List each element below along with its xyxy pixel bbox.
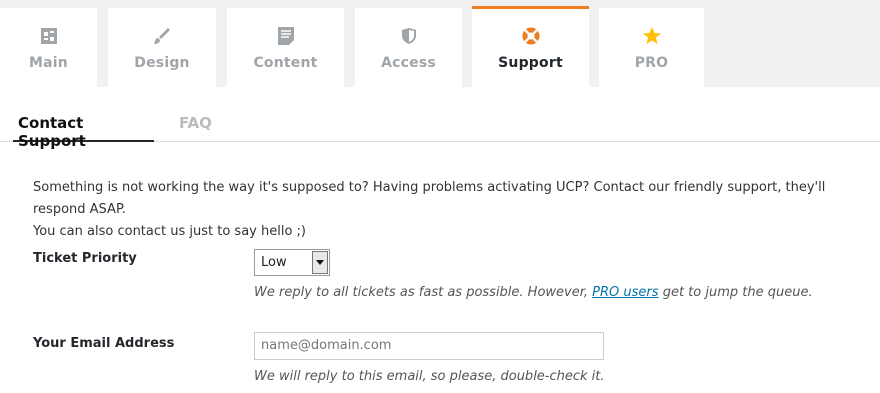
tab-label: Main (29, 55, 68, 71)
pro-users-link[interactable]: PRO users (592, 285, 658, 300)
help-text-before: We reply to all tickets as fast as possi… (254, 285, 589, 300)
ticket-priority-select[interactable]: Low (254, 249, 330, 276)
top-tab-bar: Main Design Content Access Support PRO (0, 0, 880, 87)
tab-main[interactable]: Main (0, 8, 97, 87)
intro-text: Something is not working the way it's su… (33, 177, 878, 243)
document-icon (276, 26, 296, 46)
tab-support[interactable]: Support (472, 6, 589, 87)
tab-content[interactable]: Content (227, 8, 344, 87)
star-icon (642, 26, 662, 46)
tab-label: PRO (634, 55, 669, 71)
tab-label: Support (498, 55, 563, 71)
subtab-contact-support[interactable]: Contact Support (13, 114, 154, 150)
main-panel: Contact Support FAQ Something is not wor… (0, 87, 880, 393)
tab-pro[interactable]: PRO (599, 8, 704, 87)
tab-label: Content (253, 55, 318, 71)
tab-access[interactable]: Access (355, 8, 462, 87)
tab-label: Design (134, 55, 190, 71)
intro-line-2: You can also contact us just to say hell… (33, 224, 306, 239)
ticket-priority-help: We reply to all tickets as fast as possi… (254, 285, 813, 300)
ticket-priority-label: Ticket Priority (33, 251, 137, 266)
shield-icon (399, 26, 419, 46)
intro-line-1: Something is not working the way it's su… (33, 180, 826, 217)
dashboard-icon (39, 26, 59, 46)
tab-design[interactable]: Design (108, 8, 216, 87)
help-text-after: get to jump the queue. (662, 285, 813, 300)
ticket-priority-value: Low (261, 255, 287, 270)
lifebuoy-icon (521, 26, 541, 46)
email-input[interactable]: name@domain.com (254, 332, 604, 360)
subtab-bar: Contact Support FAQ (0, 87, 880, 150)
subtab-faq[interactable]: FAQ (179, 114, 212, 142)
chevron-down-icon[interactable] (312, 251, 328, 274)
brush-icon (152, 26, 172, 46)
email-help: We will reply to this email, so please, … (254, 369, 605, 384)
email-label: Your Email Address (33, 336, 175, 351)
tab-label: Access (381, 55, 436, 71)
